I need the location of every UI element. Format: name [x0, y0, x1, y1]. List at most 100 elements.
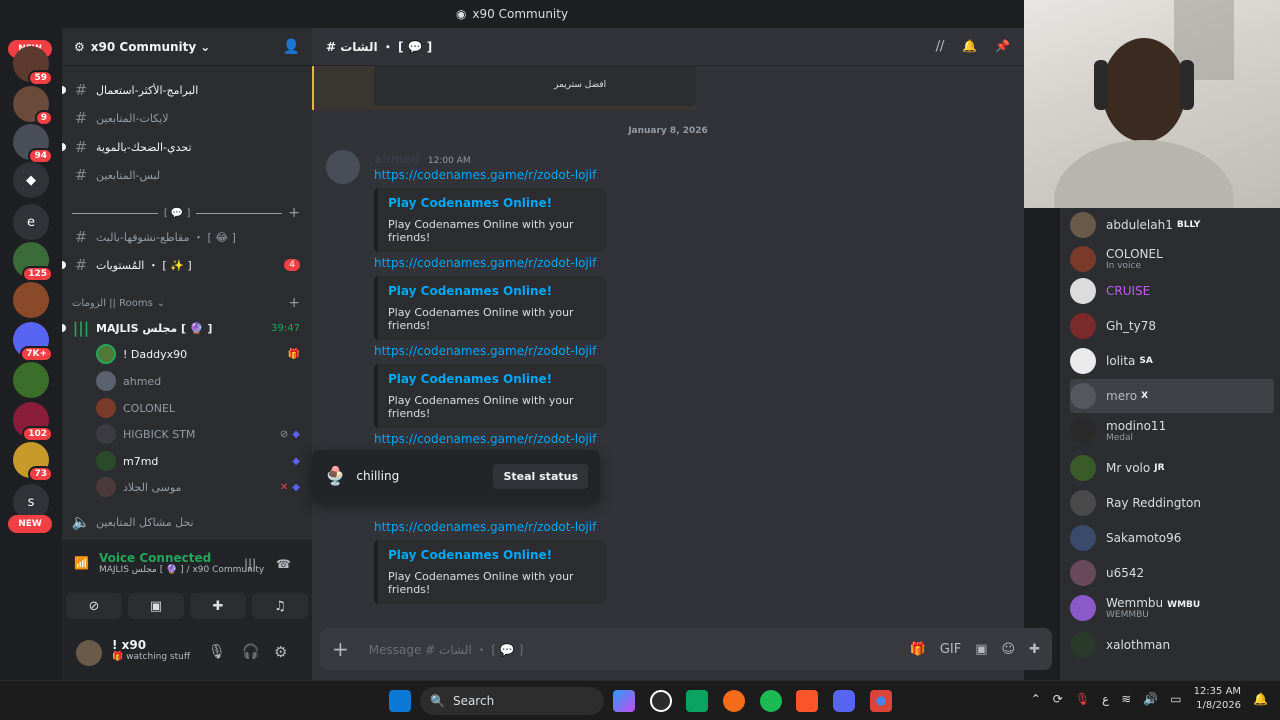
voice-user[interactable]: m7md ◆	[96, 449, 300, 473]
add-channel-icon[interactable]: +	[288, 295, 300, 311]
start-icon[interactable]	[389, 690, 411, 712]
apps-icon[interactable]: ✚	[1029, 642, 1040, 657]
soundboard-button[interactable]: ♫	[252, 593, 308, 619]
voice-user[interactable]: HIGBICK STM ⊘ ◆	[96, 422, 300, 446]
message-avatar[interactable]	[326, 150, 360, 184]
spotify-icon[interactable]	[760, 690, 782, 712]
headphones-icon[interactable]: 🎧	[242, 644, 259, 660]
channel-item[interactable]: # تحدي-الضحك-بالموية	[62, 135, 300, 159]
voice-location[interactable]: MAJLIS مجلس [ 🔮 ] / x90 Community	[99, 565, 264, 575]
member-item[interactable]: modino11 Medal	[1070, 414, 1274, 448]
pin-icon[interactable]: 📌	[995, 39, 1010, 54]
category-rooms[interactable]: الزومات || Rooms ⌄ +	[72, 293, 300, 313]
server-icon[interactable]: 102	[13, 402, 53, 442]
gear-icon[interactable]: ⚙	[274, 643, 287, 661]
member-item[interactable]: CRUISE	[1070, 274, 1274, 308]
camera-off-button[interactable]: ⊘	[66, 593, 122, 619]
server-icon[interactable]: 59	[13, 46, 53, 86]
channel-item[interactable]: # لبس-المتابعين	[70, 163, 300, 187]
discord-taskbar-icon[interactable]	[833, 690, 855, 712]
sync-icon[interactable]: ⟳	[1053, 692, 1063, 706]
message-link[interactable]: https://codenames.game/r/zodot-lojif	[374, 344, 596, 358]
server-icon[interactable]	[13, 282, 49, 318]
member-item[interactable]: Wemmbu WMBU WEMMBU	[1070, 591, 1274, 625]
user-avatar[interactable]	[76, 640, 102, 666]
member-item[interactable]: abdulelah1 BLLY	[1070, 208, 1274, 242]
message-link[interactable]: https://codenames.game/r/zodot-lojif	[374, 168, 596, 182]
gif-icon[interactable]: GIF	[940, 642, 961, 657]
channel-item[interactable]: # لايكات-المتابعين	[70, 106, 300, 130]
category-header[interactable]: [ 💬 ] +	[72, 203, 300, 223]
add-member-icon[interactable]: 👤	[283, 39, 300, 55]
server-icon[interactable]: 125	[13, 242, 53, 282]
battery-icon[interactable]: ▭	[1170, 692, 1181, 706]
channel-item[interactable]: # مقاطع-نشوفها-بالبث ・ [ 😂 ]	[70, 225, 300, 249]
mute-icon: ⊘	[279, 428, 289, 440]
channel-item[interactable]: # المُستويات ・ [ ✨ ] 4	[62, 253, 300, 277]
message-link[interactable]: https://codenames.game/r/zodot-lojif	[374, 256, 596, 270]
firefox-icon[interactable]	[723, 690, 745, 712]
message-composer[interactable]: + Message # الشات ・ [ 💬 ] 🎁 GIF ▣ ☺ ✚	[320, 628, 1052, 670]
status-popup: 🍨 chilling Steal status	[312, 450, 600, 502]
guild-header[interactable]: ⚙ x90 Community ⌄ 👤	[62, 28, 312, 66]
embed-title[interactable]: Play Codenames Online!	[388, 372, 596, 386]
voice-channel[interactable]: ||| MAJLIS مجلس [ 🔮 ] 39:47	[62, 316, 300, 340]
member-item[interactable]: xalothman	[1070, 628, 1274, 662]
microphone-icon[interactable]: 🎙	[208, 644, 226, 660]
new-unreads-pill[interactable]: NEW	[8, 515, 52, 533]
member-item[interactable]: Gh_ty78	[1070, 309, 1274, 343]
voice-user[interactable]: موسى الجلاد ✕ ◆	[96, 475, 300, 499]
clock[interactable]: 12:35 AM 1/8/2026	[1194, 685, 1241, 713]
app-icon[interactable]	[686, 690, 708, 712]
voice-user[interactable]: COLONEL	[96, 396, 300, 420]
server-icon[interactable]	[13, 362, 49, 398]
member-item[interactable]: Ray Reddington	[1070, 486, 1274, 520]
chrome-icon[interactable]	[870, 690, 892, 712]
embed-title[interactable]: Play Codenames Online!	[388, 284, 596, 298]
server-icon[interactable]: ◆	[13, 162, 49, 198]
message-link[interactable]: https://codenames.game/r/zodot-lojif	[374, 520, 596, 534]
input-language[interactable]: ع	[1102, 692, 1109, 706]
disconnect-icon[interactable]: ☎	[276, 557, 291, 571]
server-icon[interactable]: 7K+	[13, 322, 53, 362]
voice-channel-muted[interactable]: 🔈 نحل مشاكل المتابعين	[70, 510, 300, 534]
username: ! x90	[112, 638, 147, 652]
volume-icon[interactable]: 🔊	[1143, 692, 1158, 706]
screen-share-button[interactable]: ▣	[128, 593, 184, 619]
member-item[interactable]: Mr volo JR	[1070, 451, 1274, 485]
threads-icon[interactable]: ⧸⧸	[936, 39, 944, 54]
notifications-icon[interactable]: 🔔	[1253, 692, 1268, 706]
embed-title[interactable]: Play Codenames Online!	[388, 196, 596, 210]
member-item[interactable]: COLONEL In voice	[1070, 242, 1274, 276]
message-author[interactable]: ahmed	[374, 152, 420, 166]
message-link[interactable]: https://codenames.game/r/zodot-lojif	[374, 432, 596, 446]
server-letter-e[interactable]: e	[13, 204, 49, 240]
gift-icon[interactable]: 🎁	[910, 642, 926, 657]
taskbar-search[interactable]: 🔍 Search	[420, 687, 604, 715]
bell-icon[interactable]: 🔔	[962, 39, 977, 54]
emoji-icon[interactable]: ☺	[1002, 642, 1016, 657]
server-icon[interactable]: 9	[13, 86, 53, 126]
voice-user[interactable]: ahmed	[96, 369, 300, 393]
obs-icon[interactable]	[650, 690, 672, 712]
member-item[interactable]: lolita SA	[1070, 344, 1274, 378]
copilot-icon[interactable]	[613, 690, 635, 712]
wifi-icon[interactable]: ≋	[1121, 692, 1131, 706]
steal-status-button[interactable]: Steal status	[493, 463, 588, 489]
server-icon[interactable]: 73	[13, 442, 53, 482]
member-item[interactable]: mero X	[1070, 379, 1274, 413]
microphone-icon[interactable]: 🎙	[1075, 692, 1090, 706]
noise-suppression-icon[interactable]: |||	[244, 557, 256, 571]
embed-title[interactable]: Play Codenames Online!	[388, 548, 596, 562]
channel-item[interactable]: # البرامج-الأكثر-استعمال	[62, 78, 300, 102]
member-item[interactable]: Sakamoto96	[1070, 521, 1274, 555]
activities-button[interactable]: ✚	[190, 593, 246, 619]
member-item[interactable]: u6542	[1070, 556, 1274, 590]
add-channel-icon[interactable]: +	[288, 205, 300, 221]
sticker-icon[interactable]: ▣	[975, 642, 987, 657]
voice-user[interactable]: ! Daddyx90 🎁	[96, 342, 300, 366]
server-icon[interactable]: 94	[13, 124, 53, 164]
add-attachment-icon[interactable]: +	[332, 637, 349, 661]
chevron-up-icon[interactable]: ⌃	[1031, 692, 1041, 706]
brave-icon[interactable]	[796, 690, 818, 712]
